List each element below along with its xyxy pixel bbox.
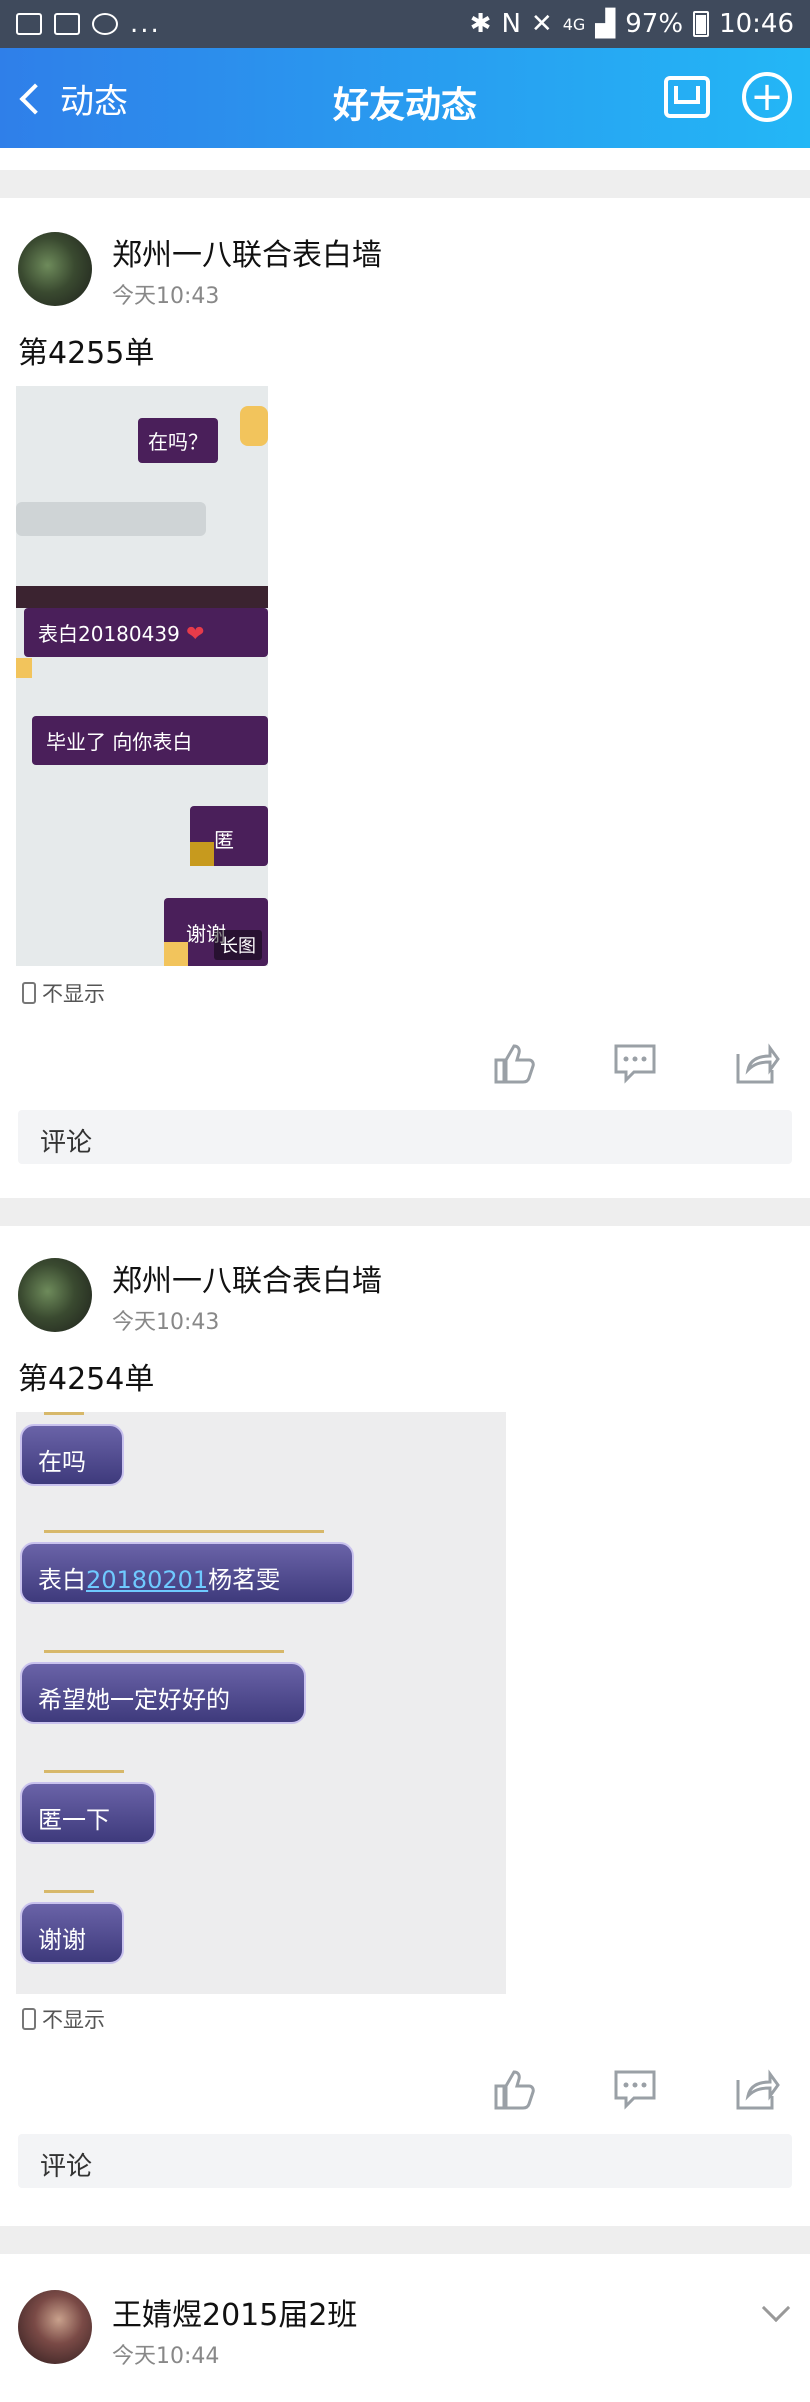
decor-block [190, 842, 214, 866]
post-author[interactable]: 郑州一八联合表白墙 [112, 230, 382, 274]
post-time: 今天10:43 [112, 284, 220, 309]
post-text: 第4254单 [18, 1362, 155, 1397]
long-image-tag: 长图 [214, 930, 262, 960]
phone-icon [22, 982, 36, 1004]
section-divider [0, 1198, 810, 1226]
image-icon [16, 13, 42, 35]
decor-line [44, 1412, 84, 1415]
comment-input[interactable]: 评论 [18, 2134, 792, 2188]
visibility-label: 不显示 [42, 2008, 105, 2032]
feed-post: 郑州一八联合表白墙 今天10:43 第4255单 在吗？ 表白20180439 … [0, 198, 810, 1198]
post-time: 今天10:43 [112, 1310, 220, 1335]
post-image[interactable]: 在吗 表白20180201杨茗雯 希望她一定好好的 匿一下 谢谢 [16, 1412, 506, 1994]
mute-icon: ✕ [530, 9, 553, 39]
avatar[interactable] [18, 1258, 92, 1332]
chat-bubble: 匿一下 [20, 1782, 156, 1844]
bluetooth-icon: ✱ [469, 9, 492, 39]
avatar[interactable] [18, 232, 92, 306]
battery-icon [693, 11, 710, 37]
decor-block [16, 658, 32, 678]
chat-bubble: 在吗 [20, 1424, 124, 1486]
decor-block [164, 942, 188, 966]
chat-bubble: 谢谢 [20, 1902, 124, 1964]
comment-icon[interactable] [612, 1040, 658, 1086]
post-author[interactable]: 郑州一八联合表白墙 [112, 1256, 382, 1300]
message-icon [54, 13, 80, 35]
share-icon[interactable] [734, 2066, 780, 2112]
nfc-icon: N [501, 9, 521, 39]
decor-line [44, 1530, 324, 1533]
clock: 10:46 [719, 9, 794, 39]
feed-post: 王婧煜2015届2班 今天10:44 [0, 2254, 810, 2402]
chevron-down-icon[interactable] [761, 2293, 791, 2323]
post-image[interactable]: 在吗？ 表白20180439 ❤ 毕业了 向你表白 匿 谢谢 长图 [16, 386, 268, 966]
section-divider [0, 170, 810, 198]
plus-circle-icon[interactable]: + [742, 72, 792, 122]
post-author[interactable]: 王婧煜2015届2班 [112, 2290, 357, 2334]
battery-percent: 97% [625, 9, 684, 39]
section-divider [0, 2226, 810, 2254]
mail-icon[interactable] [664, 76, 710, 118]
heart-icon: ❤ [186, 622, 205, 647]
feed-post: 郑州一八联合表白墙 今天10:43 第4254单 在吗 表白20180201杨茗… [0, 1226, 810, 2226]
chat-bubble: 在吗？ [138, 418, 218, 463]
status-bar: ... ✱ N ✕ 4G ▟ 97% 10:46 [0, 0, 810, 48]
decor-line [44, 1890, 94, 1893]
visibility-toggle[interactable]: 不显示 [22, 978, 105, 1008]
chat-bubble: 表白20180201杨茗雯 [20, 1542, 354, 1604]
post-text: 第4255单 [18, 336, 155, 371]
avatar[interactable] [18, 2290, 92, 2364]
visibility-toggle[interactable]: 不显示 [22, 2004, 105, 2034]
post-actions [0, 2066, 810, 2116]
post-actions [0, 1040, 810, 1090]
phone-icon [22, 2008, 36, 2030]
decor-block [16, 586, 268, 608]
network-type: 4G [562, 14, 586, 34]
thumbs-up-icon[interactable] [490, 2066, 536, 2112]
blurred-area [16, 502, 206, 536]
comment-input[interactable]: 评论 [18, 1110, 792, 1164]
visibility-label: 不显示 [42, 982, 105, 1006]
chat-bubble: 希望她一定好好的 [20, 1662, 306, 1724]
chat-bubble: 毕业了 向你表白 [32, 716, 268, 765]
share-icon[interactable] [734, 1040, 780, 1086]
thumbs-up-icon[interactable] [490, 1040, 536, 1086]
comment-icon[interactable] [612, 2066, 658, 2112]
post-time: 今天10:44 [112, 2344, 220, 2369]
title-bar: 动态 好友动态 + [0, 48, 810, 148]
decor-block [240, 406, 268, 446]
more-notifications: ... [130, 9, 161, 39]
decor-line [44, 1650, 284, 1653]
weather-icon [92, 13, 118, 35]
date-link: 20180201 [86, 1566, 209, 1594]
decor-line [44, 1770, 124, 1773]
chat-bubble: 表白20180439 ❤ [24, 608, 268, 657]
signal-icon: ▟ [595, 9, 616, 39]
